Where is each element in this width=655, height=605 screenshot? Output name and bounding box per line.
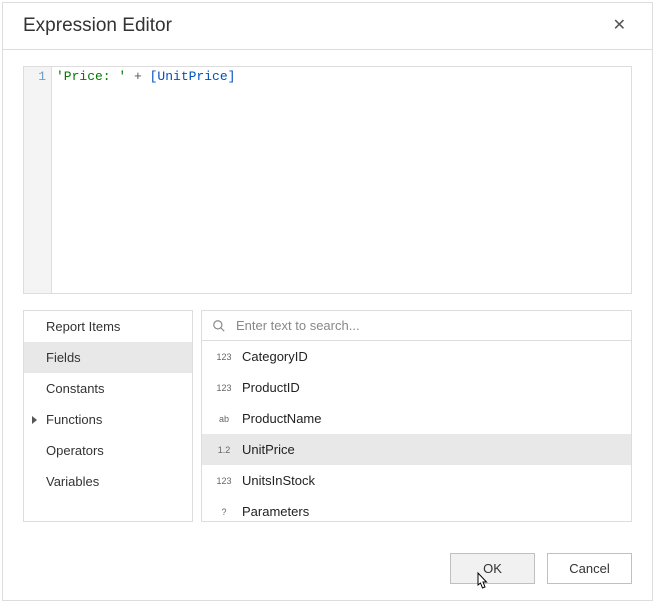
cancel-button[interactable]: Cancel [547,553,632,584]
member-label: UnitsInStock [242,473,315,488]
type-string-icon: ab [216,414,232,424]
category-item-variables[interactable]: Variables [24,466,192,497]
member-item-unitsinstock[interactable]: 123 UnitsInStock [202,465,631,496]
type-integer-icon: 123 [216,352,232,362]
editor-gutter: 1 [24,67,52,293]
dialog-footer: OK Cancel [3,537,652,600]
expr-operator: + [126,69,149,84]
expression-editor-dialog: Expression Editor ✕ 1 'Price: ' + [UnitP… [2,2,653,601]
members-search [202,311,631,341]
member-label: UnitPrice [242,442,295,457]
category-list[interactable]: Report ItemsFieldsConstantsFunctionsOper… [23,310,193,522]
search-input[interactable] [234,317,621,334]
member-item-unitprice[interactable]: 1.2 UnitPrice [202,434,631,465]
category-item-operators[interactable]: Operators [24,435,192,466]
ok-button[interactable]: OK [450,553,535,584]
editor-code[interactable]: 'Price: ' + [UnitPrice] [52,67,631,293]
expr-string-literal: 'Price: ' [56,69,126,84]
type-integer-icon: 123 [216,476,232,486]
members-list[interactable]: 123 CategoryID 123 ProductID ab ProductName 1.… [202,341,631,521]
type-parameter-icon: ? [216,507,232,517]
expression-code-editor[interactable]: 1 'Price: ' + [UnitPrice] [23,66,632,294]
member-label: ProductName [242,411,321,426]
type-decimal-icon: 1.2 [216,445,232,455]
close-icon[interactable]: ✕ [607,16,632,36]
help-panes: Report ItemsFieldsConstantsFunctionsOper… [23,310,632,522]
member-label: Parameters [242,504,309,519]
dialog-body: 1 'Price: ' + [UnitPrice] Report ItemsFi… [3,50,652,537]
dialog-title: Expression Editor [23,15,172,37]
dialog-header: Expression Editor ✕ [3,3,652,50]
member-label: CategoryID [242,349,308,364]
search-icon [212,319,226,333]
category-item-report-items[interactable]: Report Items [24,311,192,342]
category-item-fields[interactable]: Fields [24,342,192,373]
category-item-constants[interactable]: Constants [24,373,192,404]
member-item-parameters[interactable]: ? Parameters [202,496,631,521]
member-item-productid[interactable]: 123 ProductID [202,372,631,403]
members-panel: 123 CategoryID 123 ProductID ab ProductName 1.… [201,310,632,522]
member-item-productname[interactable]: ab ProductName [202,403,631,434]
member-label: ProductID [242,380,300,395]
expr-field-ref: [UnitPrice] [150,69,236,84]
type-integer-icon: 123 [216,383,232,393]
member-item-categoryid[interactable]: 123 CategoryID [202,341,631,372]
category-item-functions[interactable]: Functions [24,404,192,435]
